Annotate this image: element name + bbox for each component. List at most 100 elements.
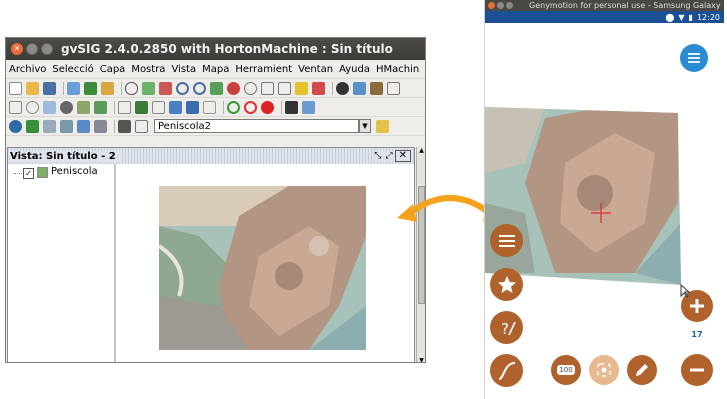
menu-archivo[interactable]: Archivo [6,64,49,75]
select-point-icon[interactable] [9,100,22,114]
layer-stack-icon[interactable] [118,119,131,133]
record-icon[interactable] [244,100,257,114]
edit-pencil-button[interactable] [627,355,657,385]
location-icon: ⬤ [665,12,675,22]
export-icon[interactable] [84,81,97,95]
scroll-down-icon[interactable]: ▼ [417,357,425,362]
menu-capa[interactable]: Capa [97,64,129,75]
zoom-out-button[interactable] [681,354,713,386]
genymotion-title: Genymotion for personal use - Samsung Ga… [529,1,721,10]
orthophoto-image [159,186,366,350]
search-icon[interactable] [186,100,199,114]
menu-vista[interactable]: Vista [168,64,199,75]
close-view-icon[interactable]: ✕ [394,150,411,162]
geopaparazzi-map[interactable]: ? 100 17 [485,23,724,399]
layer-select-value: Peniscola2 [158,120,212,132]
android-status-bar: ⬤ ▼ ▮ 12:20 [485,11,724,23]
zoom-back-icon[interactable] [244,81,257,95]
menu-button[interactable] [680,44,708,72]
status-time: 12:20 [696,12,720,22]
map-canvas[interactable] [116,164,414,362]
track-line-button[interactable] [490,354,523,387]
layers-icon[interactable] [210,81,223,95]
target-icon[interactable] [227,100,240,114]
alert-icon[interactable] [261,100,274,114]
layer-select[interactable]: Peniscola2 [154,119,359,133]
toolbar-row-2 [6,98,425,117]
menu-mapa[interactable]: Mapa [199,64,232,75]
hyperlink-icon[interactable] [387,81,400,95]
new-file-icon[interactable] [9,81,22,95]
chevron-down-icon[interactable]: ▼ [359,119,371,133]
histogram-icon[interactable] [60,119,73,133]
layers-list-button[interactable] [490,224,523,257]
query-tool-button[interactable]: ? [490,311,523,344]
layer-checkbox[interactable]: ✓ [23,168,34,179]
locator-icon[interactable] [295,81,308,95]
pan-hand-icon[interactable] [125,81,138,95]
menu-ayuda[interactable]: Ayuda [336,64,373,75]
menu-ventana[interactable]: Ventan [295,64,336,75]
layer-props-icon[interactable] [135,119,148,133]
toc-layer-label[interactable]: Peniscola [51,166,98,177]
menu-herramientas[interactable]: Herramient [232,64,295,75]
filter-icon[interactable] [43,119,56,133]
table-icon[interactable] [312,81,325,95]
close-icon[interactable] [488,2,495,9]
raster-layer-icon [37,167,48,178]
restore-icon[interactable]: ⤡ [372,151,384,161]
zoom-select-icon[interactable] [227,81,240,95]
scroll-up-icon[interactable]: ▲ [417,147,425,154]
maximize-icon[interactable] [41,43,53,55]
tools-icon[interactable] [285,100,298,114]
graphics-icon[interactable] [169,100,182,114]
edit-icon[interactable] [135,100,148,114]
info-arrow-icon[interactable] [101,81,114,95]
globe-icon[interactable] [9,119,22,133]
image-icon[interactable] [94,119,107,133]
save-icon[interactable] [43,81,56,95]
zoom-in-icon[interactable] [176,81,189,95]
battery-icon: ▮ [688,12,693,22]
add-layer-icon[interactable] [67,81,80,95]
geoprocess-icon[interactable] [152,100,165,114]
wifi-icon: ▼ [678,12,685,22]
info-icon[interactable] [336,81,349,95]
scale-badge: 100 [557,365,575,375]
select-rect-icon[interactable] [26,100,39,114]
gvsig-window: ✕ gvSIG 2.4.0.2850 with HortonMachine : … [5,37,426,363]
select-polygon-icon[interactable] [43,100,56,114]
select-circle-icon[interactable] [60,100,73,114]
area-icon[interactable] [278,81,291,95]
maximize-icon[interactable] [506,2,513,9]
view-frame: Vista: Sin título - 2 ⤡ ⤢ ✕ ✓ Peniscola [7,147,415,362]
maximize-view-icon[interactable]: ⤢ [383,151,395,161]
gvsig-titlebar: ✕ gvSIG 2.4.0.2850 with HortonMachine : … [6,38,425,60]
refresh-icon[interactable] [376,119,389,133]
select-icon[interactable] [353,81,366,95]
open-folder-icon[interactable] [26,81,39,95]
measure-icon[interactable] [261,81,274,95]
view-titlebar: Vista: Sin título - 2 ⤡ ⤢ ✕ [8,148,414,165]
hortonmachine-icon[interactable] [302,100,315,114]
bookmark-star-button[interactable] [490,268,523,301]
center-gps-button[interactable] [589,355,619,385]
print-icon[interactable] [370,81,383,95]
close-icon[interactable]: ✕ [11,43,23,55]
select-buffer-icon[interactable] [77,100,90,114]
minimize-icon[interactable] [26,43,38,55]
minimize-icon[interactable] [497,2,504,9]
menu-seleccio[interactable]: Selecció [49,64,96,75]
menu-hmachine[interactable]: HMachin [373,64,422,75]
vertical-scrollbar[interactable]: ▲ ▼ [416,147,425,362]
select-by-layer-icon[interactable] [94,100,107,114]
band-icon[interactable] [77,119,90,133]
zoom-layer-icon[interactable] [159,81,172,95]
zoom-extent-icon[interactable] [142,81,155,95]
raster-icon[interactable] [26,119,39,133]
zoom-out-icon[interactable] [193,81,206,95]
menu-mostra[interactable]: Mostra [128,64,168,75]
copy-icon[interactable] [118,100,131,114]
grid-icon[interactable] [203,100,216,114]
scale-button[interactable]: 100 [551,355,581,385]
